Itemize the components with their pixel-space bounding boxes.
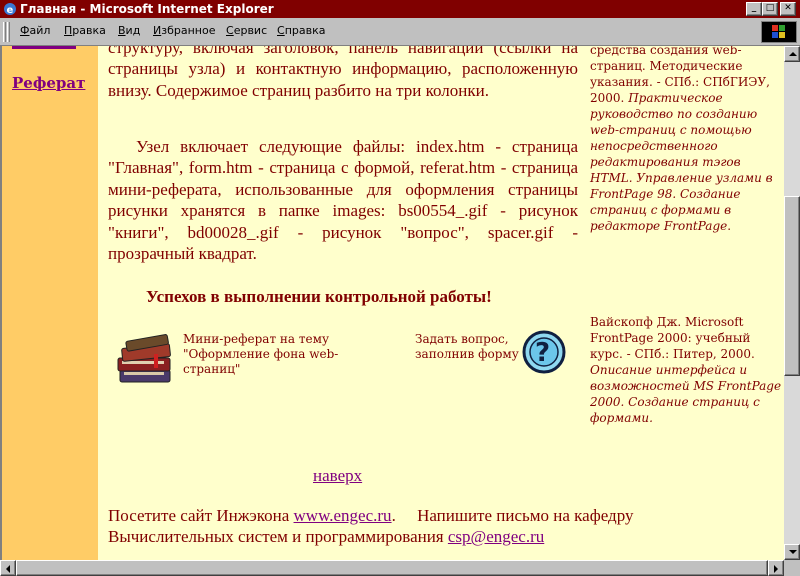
svg-text:e: e	[7, 5, 14, 16]
toolbar-grip[interactable]	[7, 22, 10, 42]
toolbar-grip[interactable]	[3, 22, 6, 42]
vertical-scrollbar[interactable]	[784, 46, 800, 560]
menu-favorites[interactable]: Избранное	[153, 24, 215, 37]
bib-description: Описание интерфейса и возможностей MS Fr…	[590, 363, 782, 425]
scroll-down-button[interactable]	[784, 544, 800, 560]
maximize-button[interactable]: □	[762, 2, 778, 16]
footer-text: Посетите сайт Инжэкона	[108, 506, 290, 525]
horizontal-scrollbar[interactable]	[0, 560, 800, 576]
footer-text: . Напишите письмо на кафедру	[391, 506, 634, 525]
menu-bar: Файл Правка Вид Избранное Сервис Справка	[0, 18, 800, 46]
horizontal-scroll-thumb[interactable]	[16, 560, 768, 576]
menu-file[interactable]: Файл	[20, 24, 50, 37]
page-viewport: Реферат структуру, включая заголовок, па…	[0, 46, 784, 560]
svg-text:?: ?	[535, 338, 550, 368]
navigation-sidebar: Реферат	[2, 46, 98, 560]
bibliography-entry: средства создания web-страниц. Методичес…	[590, 46, 784, 234]
footer-text: Вычислительных систем и программирования	[108, 527, 444, 546]
bibliography-entry: Вайскопф Дж. Microsoft FrontPage 2000: у…	[590, 314, 784, 426]
back-to-top-link[interactable]: наверх	[313, 466, 362, 486]
email-link[interactable]: csp@engec.ru	[448, 527, 544, 546]
title-bar: e Главная - Microsoft Internet Explorer …	[0, 0, 800, 18]
bib-source: Вайскопф Дж. Microsoft FrontPage 2000: у…	[590, 315, 755, 361]
referat-link-caption[interactable]: Мини-реферат на тему "Оформление фона we…	[183, 332, 363, 377]
windows-logo-icon	[761, 21, 797, 43]
site-link[interactable]: www.engec.ru	[294, 506, 392, 525]
scrollbar-corner	[784, 560, 800, 576]
bib-punct: .	[727, 219, 732, 233]
menu-help[interactable]: Справка	[277, 24, 325, 37]
menu-tools[interactable]: Сервис	[226, 24, 267, 37]
scroll-up-button[interactable]	[784, 46, 800, 62]
menu-view[interactable]: Вид	[118, 24, 140, 37]
nav-link-referat[interactable]: Реферат	[12, 74, 85, 92]
question-link-caption[interactable]: Задать вопрос, заполнив форму	[415, 332, 525, 362]
menu-edit[interactable]: Правка	[64, 24, 106, 37]
intro-paragraph: структуру, включая заголовок, панель нав…	[108, 46, 578, 100]
close-button[interactable]: ✕	[780, 2, 796, 16]
vertical-scroll-thumb[interactable]	[784, 196, 800, 376]
question-icon[interactable]: ?	[522, 330, 566, 374]
minimize-button[interactable]: _	[746, 2, 762, 16]
nav-link-fragment[interactable]	[12, 46, 76, 49]
books-icon[interactable]	[116, 332, 178, 388]
success-heading: Успехов в выполнении контрольной работы!	[146, 287, 492, 306]
bib-description: Практическое руководство по созданию web…	[590, 91, 773, 233]
footer-contacts: Посетите сайт Инжэкона www.engec.ru. Нап…	[108, 505, 748, 547]
window-title: Главная - Microsoft Internet Explorer	[20, 2, 274, 16]
files-paragraph: Узел включает следующие файлы: index.htm…	[108, 137, 578, 264]
scroll-right-button[interactable]	[768, 560, 784, 576]
ie-icon: e	[4, 3, 16, 16]
scroll-left-button[interactable]	[0, 560, 16, 576]
